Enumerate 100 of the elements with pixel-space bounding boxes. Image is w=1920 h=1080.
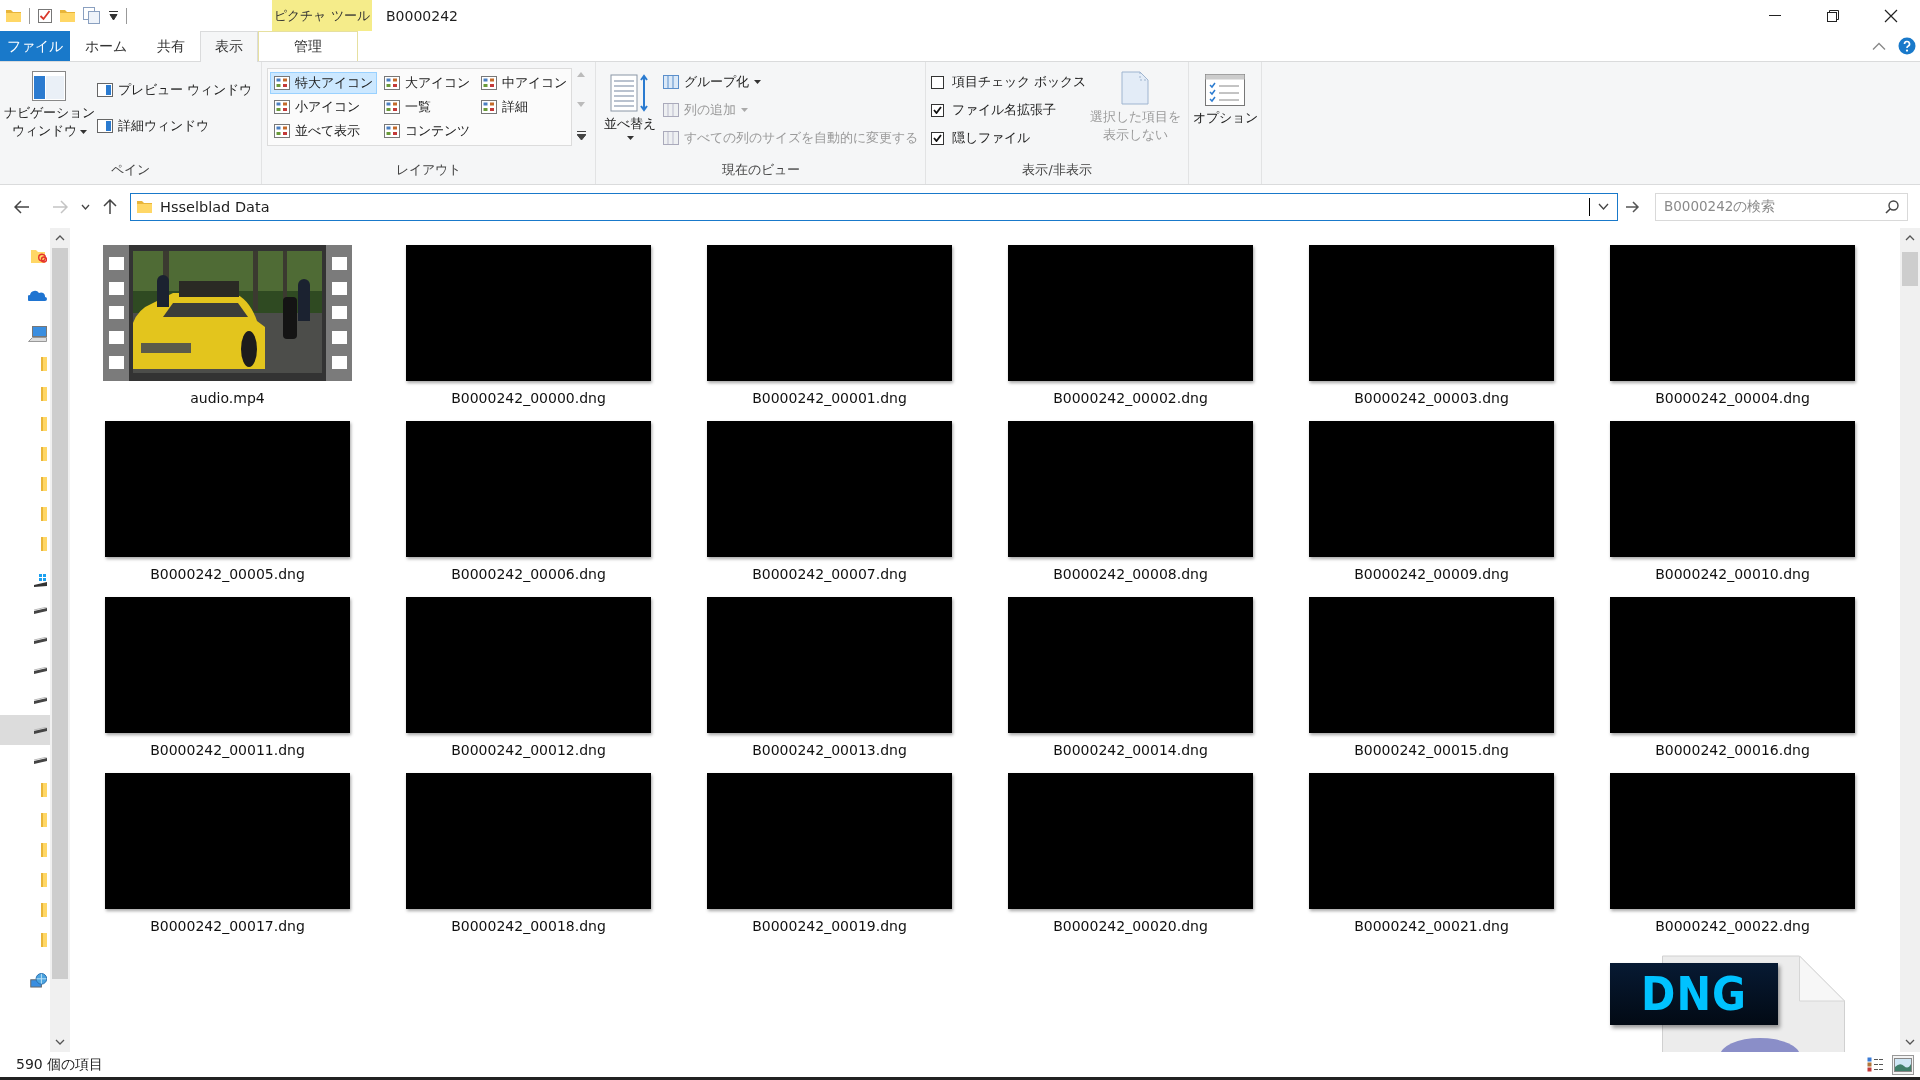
pane-icon <box>97 119 113 133</box>
image-thumbnail[interactable] <box>1008 773 1253 909</box>
image-thumbnail[interactable] <box>406 773 651 909</box>
chevron-up-icon[interactable] <box>1872 42 1886 50</box>
view-icon <box>481 76 497 90</box>
file-name: B0000242_00014.dng <box>1053 742 1208 758</box>
layout-option[interactable]: 並べて表示 <box>270 120 364 142</box>
image-thumbnail[interactable] <box>707 421 952 557</box>
layout-option[interactable]: 中アイコン <box>477 72 571 94</box>
file-name: B0000242_00005.dng <box>150 566 305 582</box>
dropdown-icon[interactable] <box>109 11 118 20</box>
file-name: B0000242_00002.dng <box>1053 390 1208 406</box>
scrollbar-thumb[interactable] <box>1902 252 1918 286</box>
more-icon[interactable] <box>576 131 586 140</box>
folder-icon[interactable] <box>60 9 75 22</box>
search-field[interactable]: B0000242の検索 <box>1655 192 1908 221</box>
sort-button[interactable]: 並べ替え <box>601 67 659 144</box>
checkmark-icon <box>933 106 942 114</box>
image-thumbnail[interactable] <box>105 773 350 909</box>
image-thumbnail[interactable] <box>1610 773 1855 909</box>
file-name: B0000242_00001.dng <box>752 390 907 406</box>
address-field[interactable]: Hsselblad Data <box>130 192 1618 221</box>
checkbox[interactable] <box>931 75 944 89</box>
checkbox[interactable] <box>931 131 944 145</box>
options-icon <box>1205 74 1245 106</box>
file-name: B0000242_00004.dng <box>1655 390 1810 406</box>
checkmark-icon[interactable] <box>38 8 52 23</box>
file-name: B0000242_00006.dng <box>451 566 606 582</box>
pane-icon <box>97 83 113 97</box>
options-button[interactable]: オプション <box>1194 67 1256 131</box>
large-icons-view-button[interactable] <box>1892 1054 1914 1075</box>
file-name: B0000242_00009.dng <box>1354 566 1509 582</box>
item-count: 590 個の項目 <box>16 1055 105 1074</box>
layout-option[interactable]: 特大アイコン <box>270 72 377 94</box>
column-icon <box>663 103 679 117</box>
caret-icon <box>626 136 634 140</box>
image-thumbnail[interactable] <box>406 245 651 381</box>
scrollbar-thumb[interactable] <box>52 248 68 979</box>
view-command[interactable]: グループ化 <box>659 71 765 93</box>
ribbon-tab[interactable]: 共有 <box>142 31 200 61</box>
layout-option[interactable]: 詳細 <box>477 96 532 118</box>
layout-option[interactable]: コンテンツ <box>380 120 474 142</box>
image-thumbnail[interactable] <box>1610 245 1855 381</box>
help-icon[interactable] <box>1898 37 1916 55</box>
layout-option[interactable]: 一覧 <box>380 96 435 118</box>
drive-icon <box>34 666 47 674</box>
view-icon <box>274 76 290 90</box>
view-icon <box>384 76 400 90</box>
image-thumbnail[interactable] <box>707 597 952 733</box>
image-thumbnail[interactable] <box>1309 421 1554 557</box>
scroll-up-icon[interactable] <box>1905 235 1915 241</box>
image-thumbnail[interactable] <box>1610 421 1855 557</box>
drive-icon <box>34 726 47 734</box>
image-thumbnail[interactable] <box>1008 421 1253 557</box>
folder-icon <box>41 933 47 947</box>
drive-icon <box>34 636 47 644</box>
image-thumbnail[interactable] <box>406 597 651 733</box>
column-icon <box>663 75 679 89</box>
scroll-down-icon[interactable] <box>1905 1039 1915 1045</box>
search-placeholder: B0000242の検索 <box>1664 197 1777 216</box>
image-thumbnail[interactable] <box>1309 773 1554 909</box>
sort-icon <box>610 74 650 112</box>
copy-icon[interactable] <box>83 7 101 24</box>
image-thumbnail[interactable] <box>1610 597 1855 733</box>
drive-icon <box>34 606 47 614</box>
image-thumbnail[interactable] <box>1309 597 1554 733</box>
file-name: B0000242_00000.dng <box>451 390 606 406</box>
scroll-down-icon[interactable] <box>55 1039 65 1045</box>
arrow-up-icon <box>103 198 117 215</box>
navigation-pane-button[interactable]: ナビゲーション ウィンドウ <box>5 67 93 144</box>
cloud-icon <box>28 289 47 301</box>
ribbon-tab[interactable]: ホーム <box>70 31 142 61</box>
chevron-down-icon[interactable] <box>1598 203 1609 210</box>
view-icon <box>274 124 290 138</box>
layout-option[interactable]: 小アイコン <box>270 96 364 118</box>
drive-icon <box>34 756 47 764</box>
ribbon-tab[interactable]: ファイル <box>0 31 70 61</box>
arrow-left-icon <box>14 199 30 214</box>
folder-icon <box>31 249 47 263</box>
image-thumbnail[interactable] <box>1008 245 1253 381</box>
checkbox[interactable] <box>931 103 944 117</box>
folder-icon <box>41 477 47 491</box>
group-label: ペイン <box>111 161 150 179</box>
image-thumbnail[interactable] <box>105 597 350 733</box>
details-pane-button[interactable]: 詳細ウィンドウ <box>93 115 213 137</box>
scroll-up-icon[interactable] <box>55 235 65 241</box>
image-thumbnail[interactable] <box>105 421 350 557</box>
image-thumbnail[interactable] <box>707 245 952 381</box>
image-thumbnail[interactable] <box>406 421 651 557</box>
layout-option[interactable]: 大アイコン <box>380 72 474 94</box>
ribbon-tab[interactable]: 表示 <box>200 31 258 62</box>
nav-item[interactable] <box>0 715 50 745</box>
image-thumbnail[interactable] <box>1309 245 1554 381</box>
folder-icon <box>41 357 47 371</box>
preview-pane-button[interactable]: プレビュー ウィンドウ <box>93 79 256 101</box>
image-thumbnail[interactable] <box>707 773 952 909</box>
image-thumbnail[interactable] <box>1008 597 1253 733</box>
column-icon <box>663 131 679 145</box>
file-type-badge: DNG <box>1610 963 1778 1025</box>
window-title: B0000242 <box>386 7 458 24</box>
